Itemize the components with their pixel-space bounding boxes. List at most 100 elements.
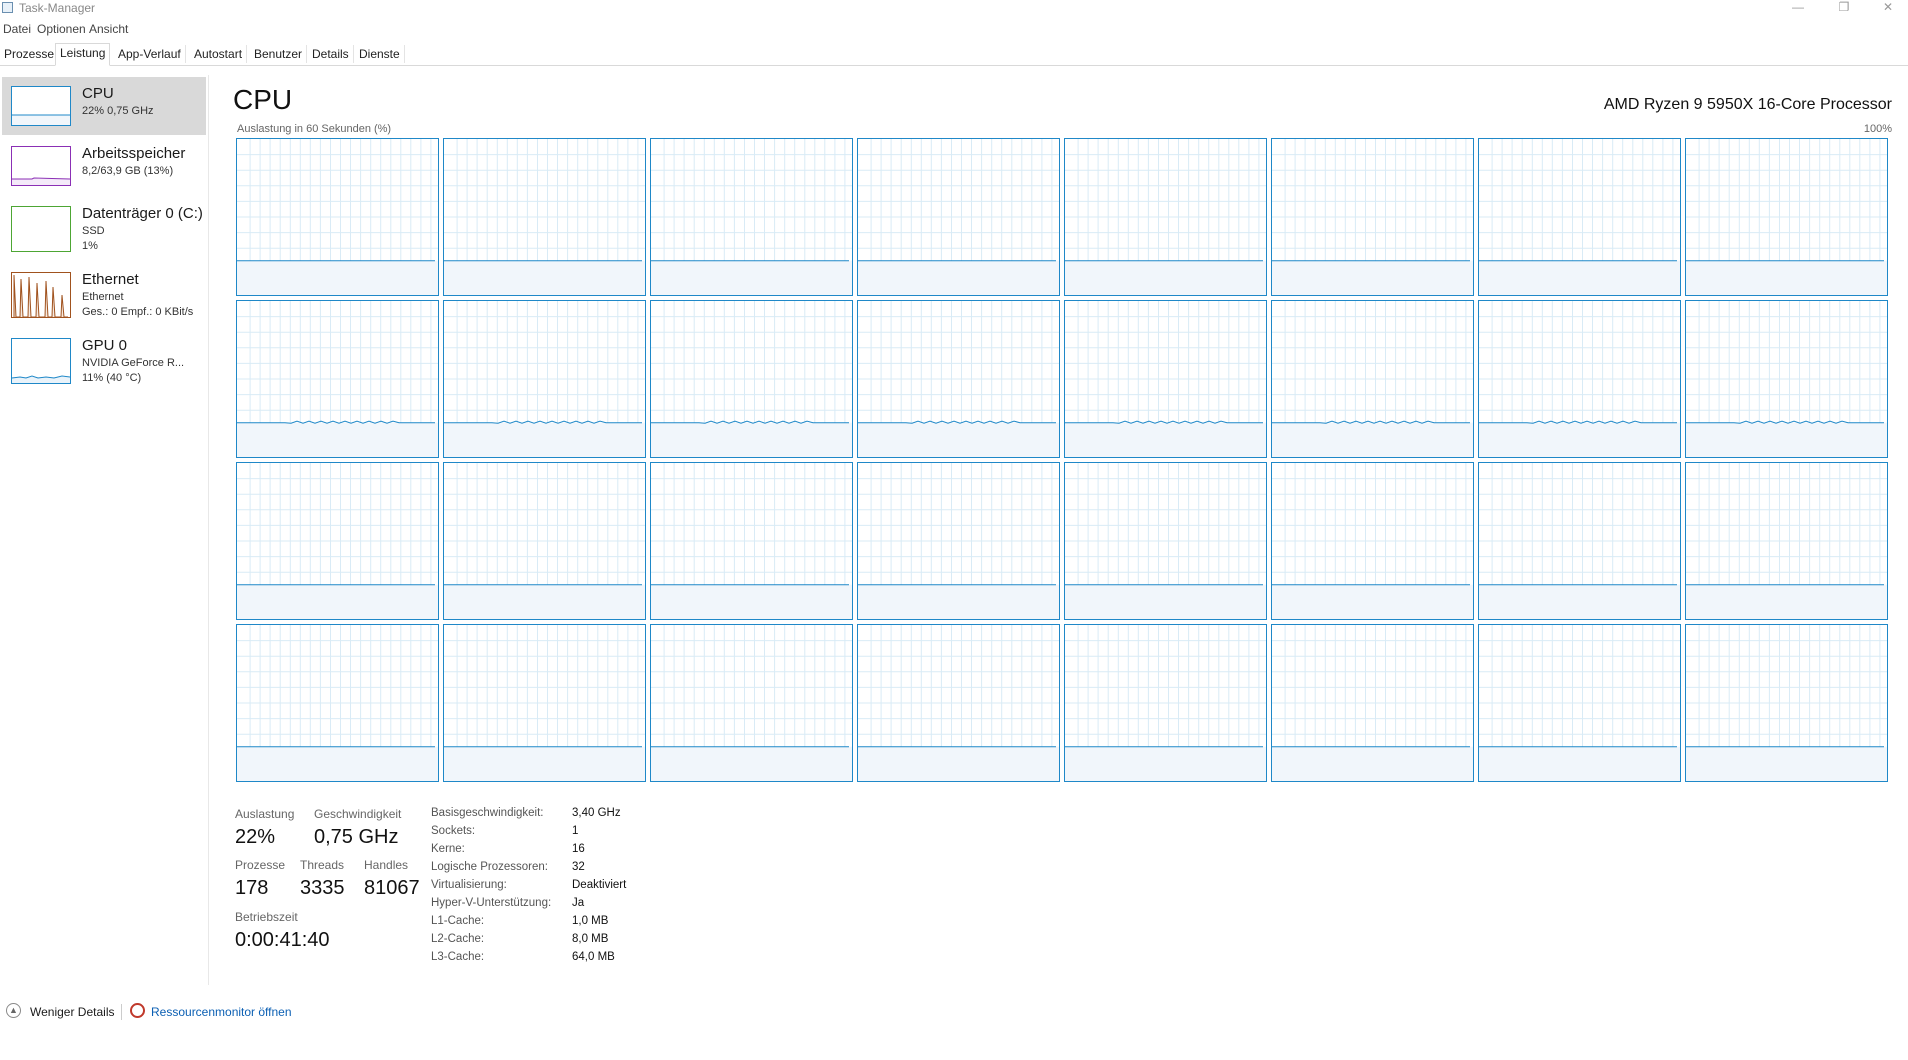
logical-processor-grid	[236, 138, 1892, 782]
processor-usage-graph	[1686, 625, 1887, 781]
sidebar-item-subtitle: SSD	[82, 225, 105, 237]
tab-autostart[interactable]: Autostart	[190, 45, 248, 63]
logical-processor-graph	[1271, 138, 1474, 296]
processor-usage-graph	[1272, 301, 1473, 457]
usage-area	[237, 422, 438, 457]
usage-area	[1686, 746, 1887, 781]
tab-dienste[interactable]: Dienste	[355, 45, 405, 63]
graph-axis-label: Auslastung in 60 Sekunden (%)	[237, 123, 392, 135]
logical-processor-graph	[1478, 300, 1681, 458]
menu-ansicht[interactable]: Ansicht	[89, 22, 128, 36]
processor-usage-graph	[858, 301, 1059, 457]
sidebar-item-gpu[interactable]: GPU 0 NVIDIA GeForce R... 11% (40 °C)	[2, 329, 206, 387]
usage-area	[1479, 584, 1680, 619]
logical-processor-graph	[1271, 624, 1474, 782]
usage-area	[1272, 584, 1473, 619]
sidebar-item-cpu[interactable]: CPU 22% 0,75 GHz	[2, 77, 206, 135]
betriebszeit-label: Betriebszeit	[235, 910, 298, 924]
sidebar-item-subtitle: NVIDIA GeForce R...	[82, 357, 185, 369]
logical-processor-graph	[443, 300, 646, 458]
auslastung-value: 22%	[235, 826, 276, 848]
usage-area	[1272, 422, 1473, 457]
sidebar-item-title: Ethernet	[82, 271, 139, 288]
sidebar-item-subtitle: Ethernet	[82, 291, 124, 303]
processor-usage-graph	[1479, 301, 1680, 457]
logical-processor-graph	[1478, 138, 1681, 296]
sidebar-divider	[208, 75, 209, 985]
sidebar-item-title: CPU	[82, 85, 114, 102]
sidebar-item-ethernet[interactable]: Ethernet Ethernet Ges.: 0 Empf.: 0 KBit/…	[2, 263, 206, 321]
logical-processor-graph	[1685, 624, 1888, 782]
logical-processor-graph	[1064, 138, 1267, 296]
processor-usage-graph	[1479, 625, 1680, 781]
info-value: 32	[572, 861, 585, 873]
betriebszeit-value: 0:00:41:40	[235, 929, 330, 951]
menu-datei[interactable]: Datei	[3, 22, 31, 36]
sidebar-item-subtitle: 22% 0,75 GHz	[82, 105, 154, 117]
sidebar-item-title: Datenträger 0 (C:)	[82, 205, 203, 222]
menu-optionen[interactable]: Optionen	[37, 22, 86, 36]
usage-area	[1479, 260, 1680, 295]
fewer-details-button[interactable]: Weniger Details	[30, 1005, 114, 1019]
info-value: 3,40 GHz	[572, 807, 621, 819]
processor-usage-graph	[651, 301, 852, 457]
tab-leistung[interactable]: Leistung	[55, 43, 111, 66]
performance-sidebar: CPU 22% 0,75 GHz Arbeitsspeicher 8,2/63,…	[0, 75, 208, 985]
minimize-button[interactable]: —	[1776, 0, 1820, 17]
usage-area	[858, 260, 1059, 295]
processor-usage-graph	[444, 463, 645, 619]
maximize-button[interactable]: ❐	[1822, 0, 1866, 17]
processor-usage-graph	[444, 301, 645, 457]
cpu-thumbnail-graph	[12, 114, 70, 125]
resource-monitor-icon[interactable]	[130, 1003, 145, 1018]
sidebar-item-datentraeger[interactable]: Datenträger 0 (C:) SSD 1%	[2, 197, 206, 255]
footer-divider	[121, 1004, 122, 1020]
logical-processor-graph	[1685, 138, 1888, 296]
usage-area	[651, 746, 852, 781]
tab-app-verlauf[interactable]: App-Verlauf	[114, 45, 186, 63]
logical-processor-graph	[443, 462, 646, 620]
threads-label: Threads	[300, 858, 345, 872]
close-button[interactable]: ✕	[1866, 0, 1908, 17]
logical-processor-graph	[650, 138, 853, 296]
info-key: Sockets:	[431, 825, 476, 837]
processor-usage-graph	[1272, 463, 1473, 619]
processor-usage-graph	[1065, 301, 1266, 457]
usage-area	[237, 584, 438, 619]
usage-area	[1479, 746, 1680, 781]
logical-processor-graph	[443, 624, 646, 782]
processor-usage-graph	[1479, 463, 1680, 619]
info-key: L2-Cache:	[431, 933, 485, 945]
tab-details[interactable]: Details	[308, 45, 354, 63]
sidebar-item-title: GPU 0	[82, 337, 128, 354]
tab-benutzer[interactable]: Benutzer	[250, 45, 308, 63]
usage-area	[237, 260, 438, 295]
logical-processor-graph	[650, 300, 853, 458]
window-title: Task-Manager	[19, 1, 96, 15]
cpu-graph-icon	[11, 86, 71, 126]
chevron-up-icon[interactable]: ▲	[6, 1003, 21, 1018]
usage-area	[1065, 422, 1266, 457]
info-key: Virtualisierung:	[431, 879, 507, 891]
sidebar-item-subtitle: 8,2/63,9 GB (13%)	[82, 165, 174, 177]
tab-prozesse[interactable]: Prozesse	[0, 45, 60, 63]
processor-usage-graph	[1065, 463, 1266, 619]
info-key: Hyper-V-Unterstützung:	[431, 897, 552, 909]
processor-usage-graph	[1686, 139, 1887, 295]
usage-area	[1065, 746, 1266, 781]
info-value: 16	[572, 843, 585, 855]
usage-area	[444, 260, 645, 295]
logical-processor-graph	[236, 462, 439, 620]
resource-monitor-link[interactable]: Ressourcenmonitor öffnen	[151, 1005, 292, 1019]
ethernet-thumbnail-graph	[13, 274, 68, 317]
usage-area	[1686, 260, 1887, 295]
usage-area	[444, 422, 645, 457]
sidebar-item-value: 1%	[82, 240, 98, 252]
processor-usage-graph	[1479, 139, 1680, 295]
logical-processor-graph	[857, 138, 1060, 296]
logical-processor-graph	[1271, 462, 1474, 620]
sidebar-item-arbeitsspeicher[interactable]: Arbeitsspeicher 8,2/63,9 GB (13%)	[2, 137, 206, 195]
usage-area	[1272, 260, 1473, 295]
usage-area	[858, 584, 1059, 619]
logical-processor-graph	[1478, 624, 1681, 782]
